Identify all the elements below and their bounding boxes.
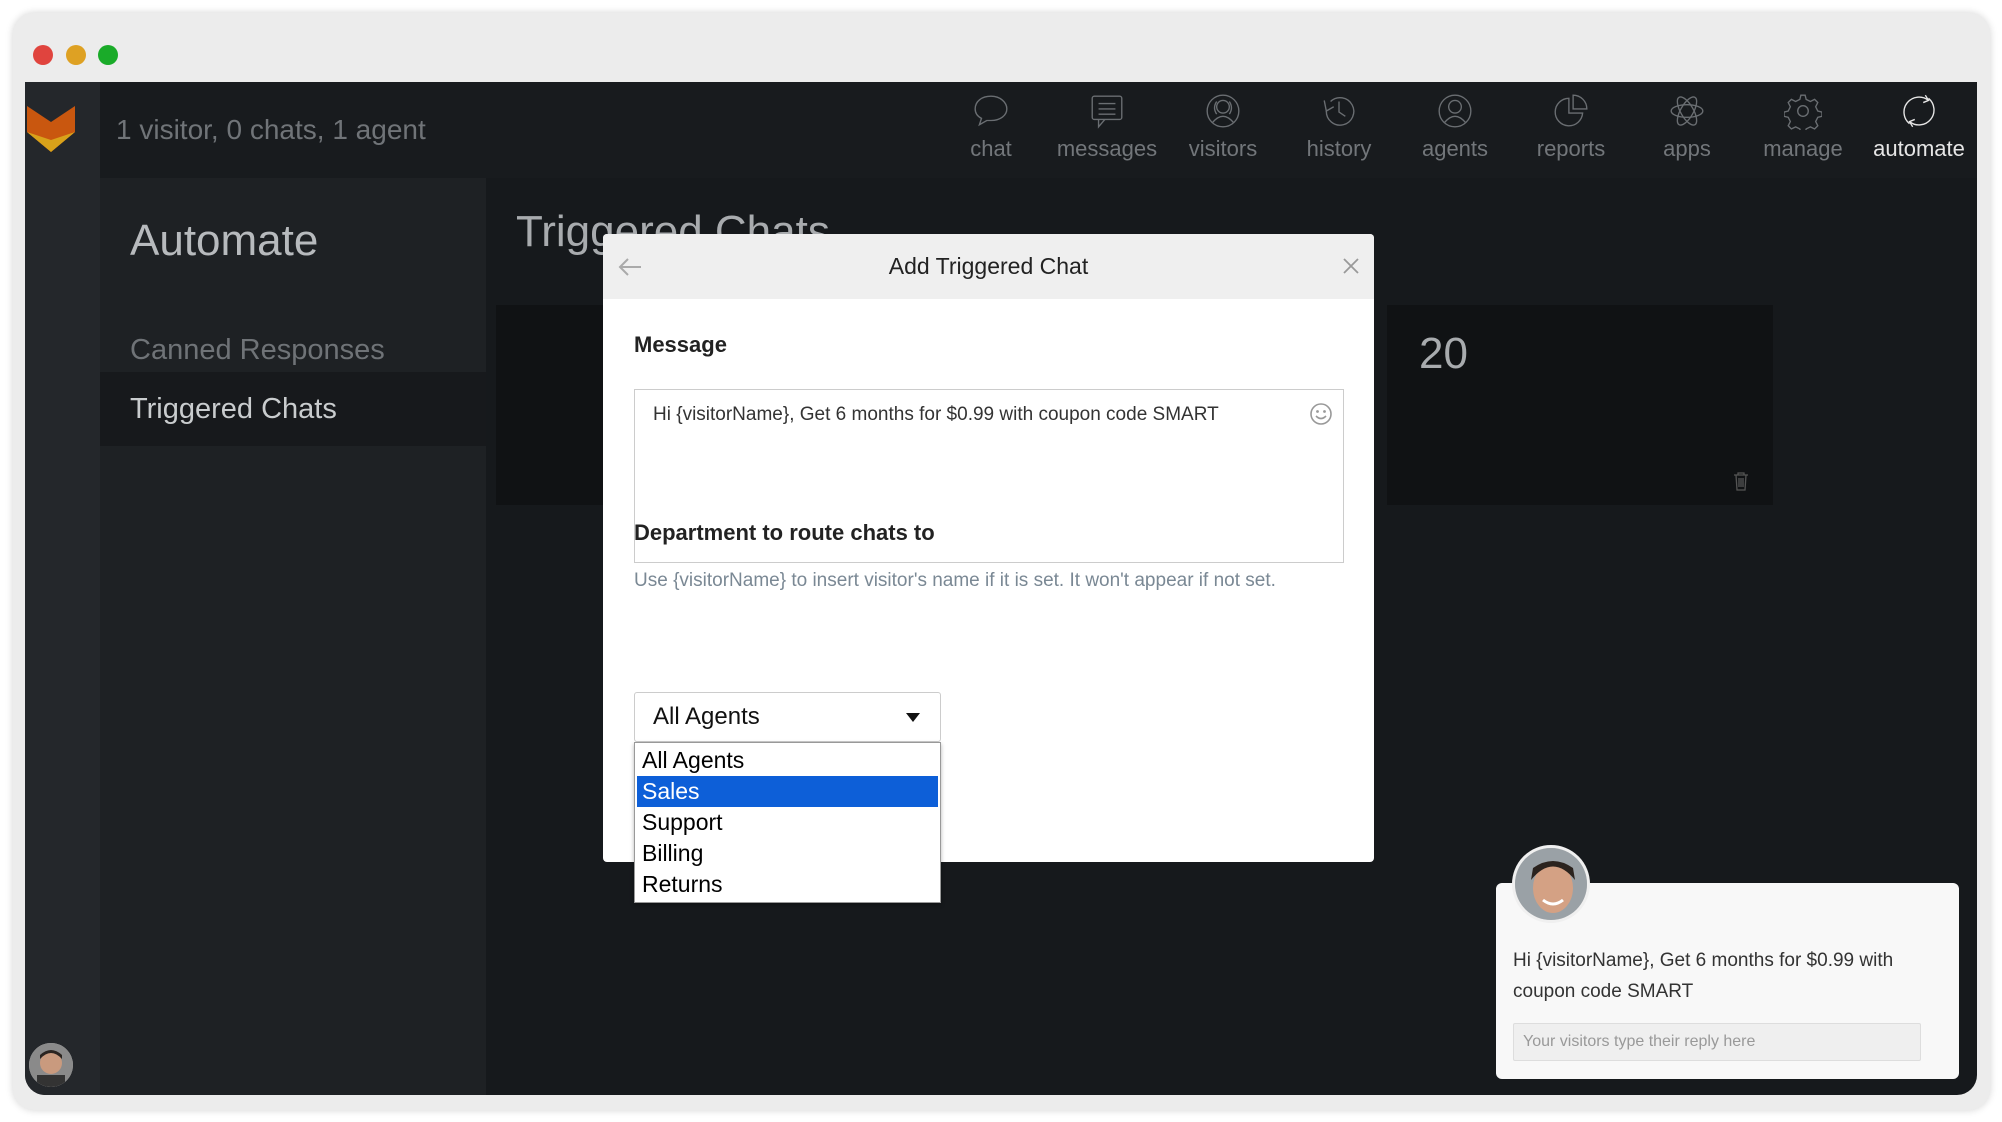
nav-manage[interactable]: manage — [1745, 92, 1861, 162]
sidebar-title: Automate — [130, 216, 319, 265]
nav-label: automate — [1873, 136, 1965, 161]
close-icon[interactable] — [1342, 257, 1360, 275]
nav-apps[interactable]: apps — [1629, 92, 1745, 162]
message-icon — [1091, 95, 1123, 129]
department-option[interactable]: All Agents — [637, 745, 938, 776]
nav-label: apps — [1663, 136, 1711, 161]
message-text: Hi {visitorName}, Get 6 months for $0.99… — [653, 404, 1219, 425]
agent-avatar[interactable] — [29, 1043, 73, 1087]
app-content: 1 visitor, 0 chats, 1 agent chat messages… — [25, 82, 1977, 1095]
agent-icon — [1438, 94, 1472, 128]
pie-chart-icon — [1554, 94, 1588, 127]
main-nav: chat messages visitors history agents reports… — [933, 92, 1977, 162]
close-window-button[interactable] — [33, 45, 53, 65]
fox-logo-icon — [27, 106, 75, 152]
maximize-window-button[interactable] — [98, 45, 118, 65]
status-summary: 1 visitor, 0 chats, 1 agent — [116, 114, 426, 145]
history-icon — [1323, 97, 1355, 126]
message-label: Message — [634, 332, 727, 357]
nav-label: messages — [1056, 136, 1158, 161]
message-hint: Use {visitorName} to insert visitor's na… — [634, 570, 1276, 591]
nav-messages[interactable]: messages — [1049, 92, 1165, 162]
trash-icon[interactable] — [1733, 471, 1749, 491]
chat-widget-preview: Hi {visitorName}, Get 6 months for $0.99… — [1496, 845, 1959, 1079]
nav-reports[interactable]: reports — [1513, 92, 1629, 162]
department-option[interactable]: Support — [637, 807, 938, 838]
refresh-icon — [1903, 94, 1935, 128]
emoji-icon[interactable] — [1309, 402, 1333, 426]
widget-message: Hi {visitorName}, Get 6 months for $0.99… — [1513, 950, 1894, 1002]
dialog-title: Add Triggered Chat — [888, 253, 1089, 279]
department-option[interactable]: Sales — [637, 776, 938, 807]
nav-agents[interactable]: agents — [1397, 92, 1513, 162]
chevron-down-icon — [906, 713, 920, 722]
nav-label: chat — [970, 136, 1012, 161]
dialog-header: Add Triggered Chat — [603, 234, 1374, 299]
trigger-card[interactable]: 20 — [1387, 305, 1773, 505]
gear-icon — [1784, 94, 1822, 130]
top-header: 1 visitor, 0 chats, 1 agent chat messages… — [100, 82, 1977, 178]
nav-visitors[interactable]: visitors — [1165, 92, 1281, 162]
sidebar: Automate Canned Responses Triggered Chat… — [100, 178, 486, 1095]
nav-chat[interactable]: chat — [933, 92, 1049, 162]
department-option[interactable]: Billing — [637, 838, 938, 869]
sidebar-item-triggered-chats[interactable]: Triggered Chats — [100, 372, 486, 446]
avatar-face-icon — [29, 1043, 73, 1087]
widget-reply-input[interactable]: Your visitors type their reply here — [1513, 1023, 1921, 1061]
app-window: 1 visitor, 0 chats, 1 agent chat messages… — [13, 13, 1990, 1110]
nav-label: visitors — [1188, 136, 1258, 161]
nav-automate[interactable]: automate — [1861, 92, 1977, 162]
chat-bubble-icon — [974, 95, 1008, 127]
left-rail — [25, 82, 100, 1095]
department-select[interactable]: All Agents — [634, 692, 941, 742]
agent-avatar — [1512, 845, 1590, 923]
department-label: Department to route chats to — [634, 520, 935, 545]
nav-label: history — [1306, 136, 1372, 161]
avatar-face-icon — [1515, 848, 1587, 920]
add-triggered-chat-dialog: Add Triggered Chat Message Hi {visitorNa… — [603, 234, 1374, 903]
visitors-icon — [1206, 94, 1240, 128]
nav-label: manage — [1763, 136, 1843, 161]
minimize-window-button[interactable] — [66, 45, 86, 65]
nav-label: reports — [1536, 136, 1606, 161]
department-selected-value: All Agents — [653, 703, 760, 730]
department-option[interactable]: Returns — [637, 869, 938, 900]
nav-history[interactable]: history — [1281, 92, 1397, 162]
card-value: 20 — [1419, 329, 1468, 378]
back-arrow-icon[interactable] — [617, 256, 643, 278]
nav-label: agents — [1421, 136, 1489, 161]
department-options-list: All Agents Sales Support Billing Returns — [634, 742, 941, 903]
atom-icon — [1670, 96, 1704, 126]
